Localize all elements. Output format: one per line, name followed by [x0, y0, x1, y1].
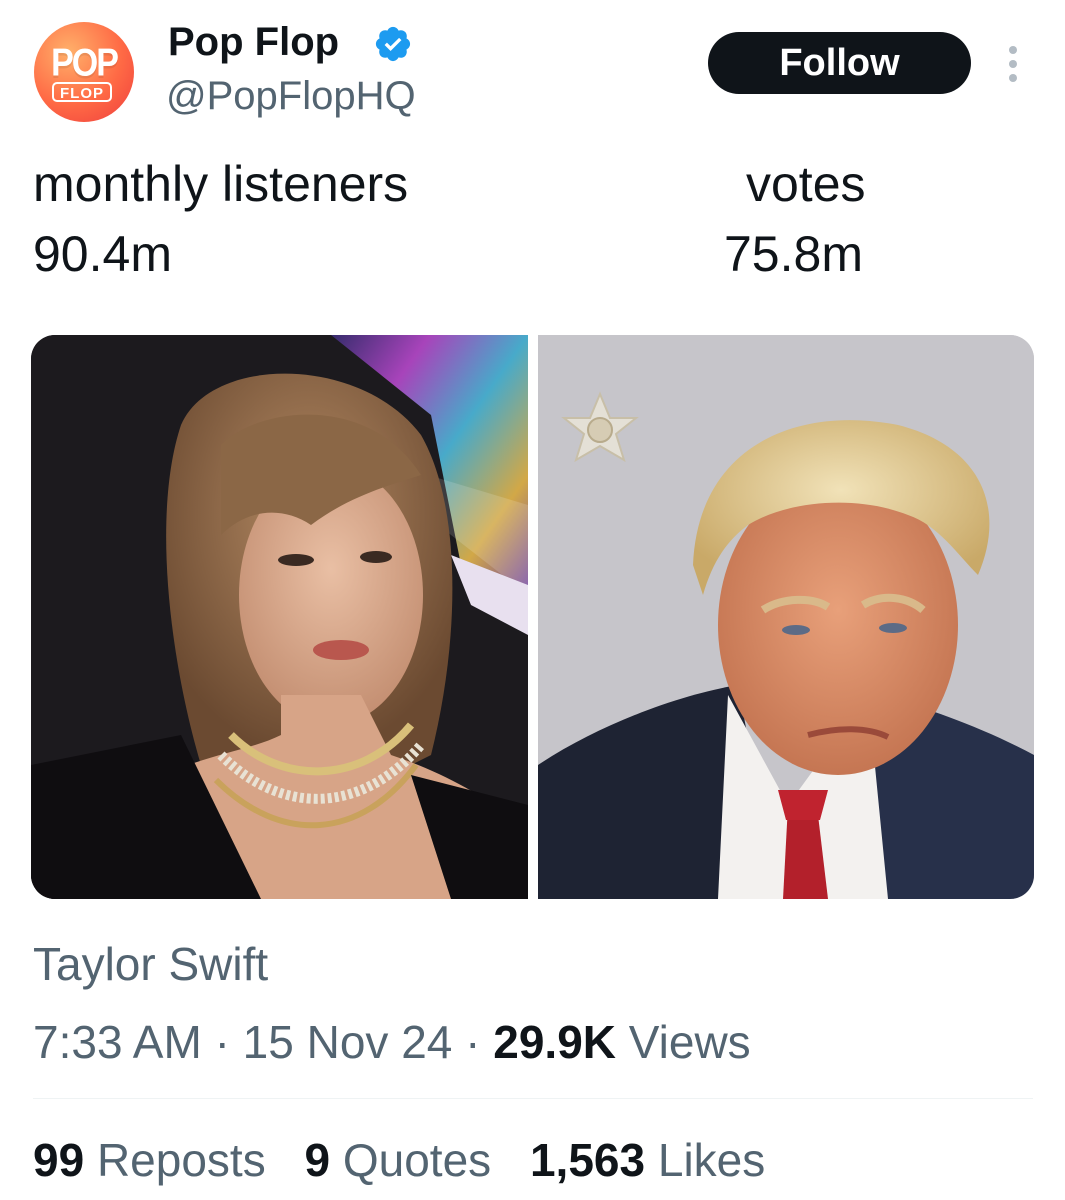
divider [33, 1098, 1033, 1099]
right-label: votes [746, 156, 866, 212]
quotes-label: Quotes [342, 1134, 492, 1186]
media-photo-left[interactable] [31, 335, 528, 899]
avatar-logo-bottom: FLOP [52, 82, 112, 102]
tweet-detail: POP FLOP Pop Flop @PopFlopHQ Follow mont… [0, 0, 1065, 1200]
follow-button[interactable]: Follow [708, 32, 971, 94]
meta-separator: · [465, 1016, 481, 1068]
likes-stat[interactable]: 1,563 Likes [530, 1134, 765, 1186]
author-display-name[interactable]: Pop Flop [168, 18, 339, 66]
tweet-date[interactable]: 15 Nov 24 [243, 1016, 453, 1068]
left-label: monthly listeners [33, 156, 409, 212]
reposts-count: 99 [33, 1134, 85, 1186]
portrait-photo-left [31, 335, 528, 899]
portrait-photo-right [538, 335, 1034, 899]
avatar-logo-top: POP [51, 41, 119, 85]
likes-count: 1,563 [529, 1134, 646, 1186]
author-avatar[interactable]: POP FLOP [34, 22, 134, 122]
left-value: 90.4m [33, 226, 172, 282]
quotes-count: 9 [304, 1134, 331, 1186]
verified-badge-icon [375, 26, 411, 62]
quotes-stat[interactable]: 9 Quotes [304, 1134, 491, 1186]
meta-separator: · [214, 1016, 230, 1068]
views-count: 29.9K [493, 1016, 617, 1068]
tweet-time[interactable]: 7:33 AM [33, 1016, 202, 1068]
likes-label: Likes [657, 1134, 766, 1186]
author-handle[interactable]: @PopFlopHQ [166, 72, 416, 120]
right-value: 75.8m [724, 226, 863, 282]
reposts-label: Reposts [96, 1134, 266, 1186]
tweet-meta: 7:33 AM · 15 Nov 24 · 29.9K Views [33, 1014, 751, 1070]
media-photo-right[interactable] [538, 335, 1034, 899]
vertical-ellipsis-icon[interactable] [1000, 44, 1026, 84]
reposts-stat[interactable]: 99 Reposts [33, 1134, 266, 1186]
media-caption: Taylor Swift [33, 938, 269, 990]
views-label: Views [628, 1016, 751, 1068]
engagement-stats: 99 Reposts 9 Quotes 1,563 Likes [33, 1132, 791, 1188]
